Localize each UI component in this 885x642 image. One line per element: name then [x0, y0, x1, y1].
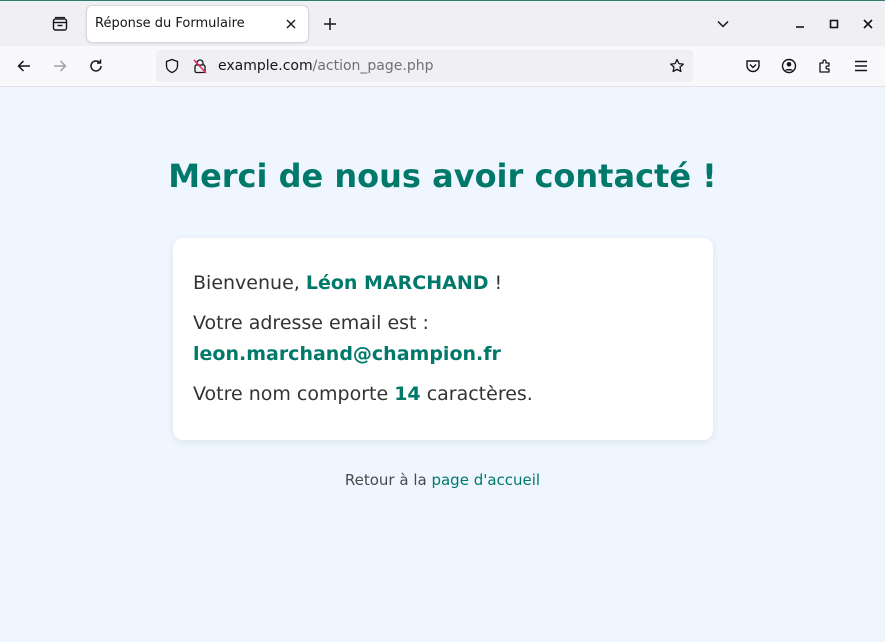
url-text[interactable]: example.com/action_page.php [218, 58, 433, 74]
count-suffix: caractères. [420, 383, 533, 405]
url-host: example.com [218, 58, 313, 74]
reload-icon [90, 59, 102, 72]
chevron-down-icon [717, 20, 729, 28]
footer-line: Retour à la page d'accueil [0, 471, 885, 489]
user-email: leon.marchand@champion.fr [193, 343, 501, 365]
reload-button[interactable] [82, 52, 110, 80]
account-icon [781, 58, 797, 74]
app-menu-button[interactable] [847, 52, 875, 80]
welcome-line: Bienvenue, Léon MARCHAND ! [193, 268, 693, 299]
page-content: Merci de nous avoir contacté ! Bienvenue… [0, 87, 885, 642]
tab-bar: Réponse du Formulaire [0, 0, 885, 46]
back-arrow-icon [17, 60, 30, 72]
welcome-prefix: Bienvenue, [193, 272, 306, 294]
tracking-protection-button[interactable] [162, 56, 182, 76]
page-title: Merci de nous avoir contacté ! [168, 157, 717, 195]
home-link[interactable]: page d'accueil [431, 471, 540, 489]
shield-icon [165, 58, 179, 74]
response-card: Bienvenue, Léon MARCHAND ! Votre adresse… [173, 238, 713, 440]
close-icon [286, 19, 296, 29]
extensions-icon [819, 59, 830, 73]
list-all-tabs-button[interactable] [709, 10, 737, 38]
footer-prefix: Retour à la [344, 471, 432, 489]
bookmark-button[interactable] [667, 56, 687, 76]
maximize-button[interactable] [820, 10, 848, 38]
url-path: /action_page.php [312, 58, 434, 74]
active-tab[interactable]: Réponse du Formulaire [87, 6, 308, 42]
email-line: Votre adresse email est : leon.marchand@c… [193, 308, 693, 370]
account-button[interactable] [775, 52, 803, 80]
forward-button[interactable] [46, 52, 74, 80]
plus-icon [324, 18, 336, 30]
maximize-icon [829, 19, 839, 29]
new-tab-button[interactable] [316, 10, 344, 38]
forward-arrow-icon [54, 60, 67, 72]
minimize-icon [796, 26, 804, 28]
pocket-button[interactable] [739, 52, 767, 80]
window-close-icon [863, 19, 873, 29]
tab-title: Réponse du Formulaire [95, 16, 245, 31]
firefox-view-button[interactable] [46, 10, 74, 38]
name-length: 14 [394, 383, 421, 405]
email-prefix: Votre adresse email est : [193, 312, 429, 334]
pocket-icon [746, 60, 760, 73]
count-line: Votre nom comporte 14 caractères. [193, 379, 693, 410]
hamburger-menu-icon [855, 60, 867, 72]
minimize-button[interactable] [786, 10, 814, 38]
insecure-lock-icon [193, 59, 207, 74]
user-name: Léon MARCHAND [305, 272, 489, 294]
extensions-button[interactable] [811, 52, 839, 80]
welcome-suffix: ! [488, 272, 503, 294]
tab-close-button[interactable] [280, 13, 302, 35]
site-info-button[interactable] [190, 56, 210, 76]
navigation-toolbar: example.com/action_page.php [0, 46, 885, 87]
tab-list-icon [52, 16, 68, 31]
star-icon [670, 58, 684, 73]
window-close-button[interactable] [854, 10, 882, 38]
count-prefix: Votre nom comporte [193, 383, 395, 405]
url-bar[interactable]: example.com/action_page.php [156, 50, 693, 82]
back-button[interactable] [10, 52, 38, 80]
